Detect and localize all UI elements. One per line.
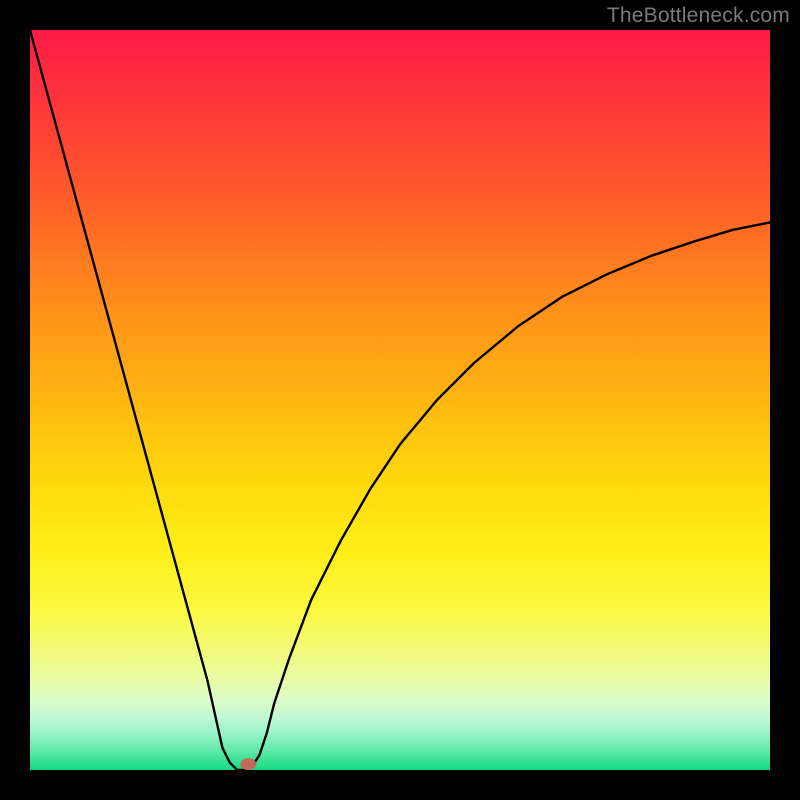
plot-area xyxy=(30,30,770,770)
min-marker xyxy=(240,758,256,770)
watermark-text: TheBottleneck.com xyxy=(607,4,790,28)
bottleneck-curve xyxy=(30,30,770,770)
chart-frame: TheBottleneck.com xyxy=(0,0,800,800)
chart-svg xyxy=(30,30,770,770)
